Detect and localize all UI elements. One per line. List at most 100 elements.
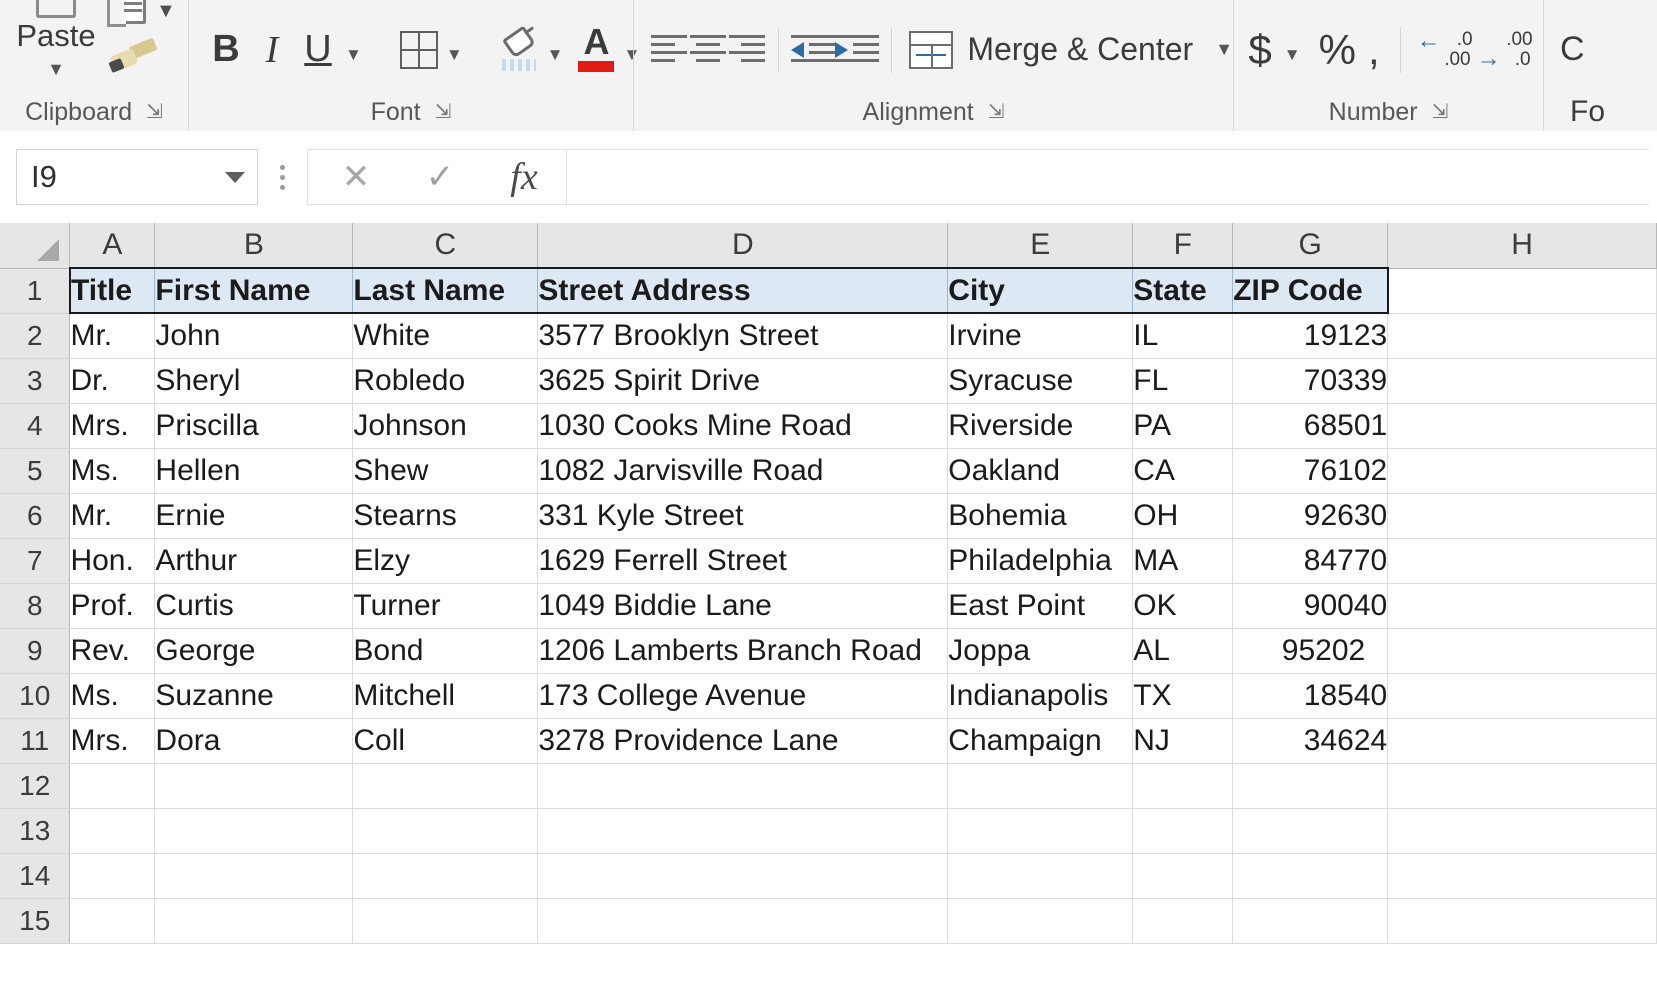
row-header-6[interactable]: 6 — [0, 493, 71, 539]
row-header-8[interactable]: 8 — [0, 583, 71, 629]
borders-button[interactable] — [396, 23, 442, 77]
cell-h2[interactable] — [1387, 313, 1657, 359]
align-right-button[interactable] — [727, 23, 766, 77]
cell-h5[interactable] — [1387, 448, 1657, 494]
fill-color-dropdown-caret[interactable]: ▼ — [543, 45, 574, 65]
cell-e8[interactable]: East Point — [947, 583, 1134, 629]
cell-e7[interactable]: Philadelphia — [947, 538, 1134, 584]
cell-a4[interactable]: Mrs. — [69, 403, 156, 449]
cell-f3[interactable]: FL — [1132, 358, 1234, 404]
cell-f13[interactable] — [1132, 808, 1234, 854]
font-dialog-launcher-icon[interactable]: ⇲ — [435, 102, 452, 122]
cell-d3[interactable]: 3625 Spirit Drive — [537, 358, 949, 404]
row-header-5[interactable]: 5 — [0, 448, 71, 494]
cell-g6[interactable]: 92630 — [1232, 493, 1389, 539]
cell-d10[interactable]: 173 College Avenue — [537, 673, 949, 719]
cell-h10[interactable] — [1387, 673, 1657, 719]
alignment-dialog-launcher-icon[interactable]: ⇲ — [988, 102, 1005, 122]
cell-e3[interactable]: Syracuse — [947, 358, 1134, 404]
comma-format-button[interactable]: , — [1364, 26, 1384, 74]
cell-h6[interactable] — [1387, 493, 1657, 539]
cell-h9[interactable] — [1387, 628, 1657, 674]
fill-color-button[interactable] — [497, 23, 543, 77]
cell-f9[interactable]: AL — [1132, 628, 1234, 674]
percent-format-button[interactable]: % — [1315, 26, 1360, 74]
copy-dropdown-caret[interactable]: ▼ — [156, 0, 176, 23]
cell-g9[interactable]: 95202 — [1232, 628, 1389, 674]
align-center-button[interactable] — [689, 23, 728, 77]
cell-a6[interactable]: Mr. — [69, 493, 156, 539]
cell-g5[interactable]: 76102 — [1232, 448, 1389, 494]
cell-a2[interactable]: Mr. — [69, 313, 156, 359]
cell-c14[interactable] — [352, 853, 539, 899]
cell-c8[interactable]: Turner — [352, 583, 539, 629]
cell-d1[interactable]: Street Address — [537, 267, 949, 314]
cell-a11[interactable]: Mrs. — [69, 718, 156, 764]
cell-h11[interactable] — [1387, 718, 1657, 764]
column-header-f[interactable]: F — [1132, 223, 1234, 269]
cell-f5[interactable]: CA — [1132, 448, 1234, 494]
cell-b3[interactable]: Sheryl — [154, 358, 354, 404]
cell-a8[interactable]: Prof. — [69, 583, 156, 629]
row-header-12[interactable]: 12 — [0, 763, 71, 809]
cell-g1[interactable]: ZIP Code — [1232, 267, 1389, 314]
cell-f14[interactable] — [1132, 853, 1234, 899]
cell-c15[interactable] — [352, 898, 539, 944]
cell-g8[interactable]: 90040 — [1232, 583, 1389, 629]
cell-e10[interactable]: Indianapolis — [947, 673, 1134, 719]
cell-g13[interactable] — [1232, 808, 1389, 854]
row-header-11[interactable]: 11 — [0, 718, 71, 764]
cell-e9[interactable]: Joppa — [947, 628, 1134, 674]
cell-h7[interactable] — [1387, 538, 1657, 584]
cell-c3[interactable]: Robledo — [352, 358, 539, 404]
cell-f8[interactable]: OK — [1132, 583, 1234, 629]
cell-b8[interactable]: Curtis — [154, 583, 354, 629]
cell-g15[interactable] — [1232, 898, 1389, 944]
cell-f2[interactable]: IL — [1132, 313, 1234, 359]
cell-b10[interactable]: Suzanne — [154, 673, 354, 719]
cell-e11[interactable]: Champaign — [947, 718, 1134, 764]
column-header-c[interactable]: C — [352, 223, 539, 269]
cell-b2[interactable]: John — [154, 313, 354, 359]
cell-d15[interactable] — [537, 898, 949, 944]
cell-a5[interactable]: Ms. — [69, 448, 156, 494]
cell-c2[interactable]: White — [352, 313, 539, 359]
cell-g12[interactable] — [1232, 763, 1389, 809]
cell-a9[interactable]: Rev. — [69, 628, 156, 674]
cell-a13[interactable] — [69, 808, 156, 854]
cell-f10[interactable]: TX — [1132, 673, 1234, 719]
bold-button[interactable]: B — [203, 23, 249, 77]
row-header-15[interactable]: 15 — [0, 898, 71, 944]
cell-c6[interactable]: Stearns — [352, 493, 539, 539]
cell-f12[interactable] — [1132, 763, 1234, 809]
cell-f11[interactable]: NJ — [1132, 718, 1234, 764]
cell-e15[interactable] — [947, 898, 1134, 944]
cell-d14[interactable] — [537, 853, 949, 899]
cell-h8[interactable] — [1387, 583, 1657, 629]
cell-f1[interactable]: State — [1132, 267, 1234, 314]
insert-function-icon[interactable]: fx — [482, 155, 566, 199]
row-header-1[interactable]: 1 — [0, 268, 71, 314]
cell-a15[interactable] — [69, 898, 156, 944]
cell-c12[interactable] — [352, 763, 539, 809]
italic-button[interactable]: I — [249, 23, 295, 77]
cell-c7[interactable]: Elzy — [352, 538, 539, 584]
cell-b1[interactable]: First Name — [154, 267, 354, 314]
cell-g11[interactable]: 34624 — [1232, 718, 1389, 764]
copy-icon[interactable] — [107, 0, 146, 27]
currency-format-button[interactable]: $ — [1244, 26, 1275, 74]
cell-b4[interactable]: Priscilla — [154, 403, 354, 449]
cell-d12[interactable] — [537, 763, 949, 809]
cell-a12[interactable] — [69, 763, 156, 809]
cell-h13[interactable] — [1387, 808, 1657, 854]
column-header-d[interactable]: D — [537, 223, 949, 269]
cell-c9[interactable]: Bond — [352, 628, 539, 674]
cell-d9[interactable]: 1206 Lamberts Branch Road — [537, 628, 949, 674]
cell-c11[interactable]: Coll — [352, 718, 539, 764]
cell-b13[interactable] — [154, 808, 354, 854]
select-all-corner[interactable] — [0, 223, 71, 269]
cancel-icon[interactable]: ✕ — [314, 157, 398, 197]
cell-b7[interactable]: Arthur — [154, 538, 354, 584]
merge-dropdown-caret[interactable]: ▼ — [1215, 39, 1233, 60]
cell-h3[interactable] — [1387, 358, 1657, 404]
